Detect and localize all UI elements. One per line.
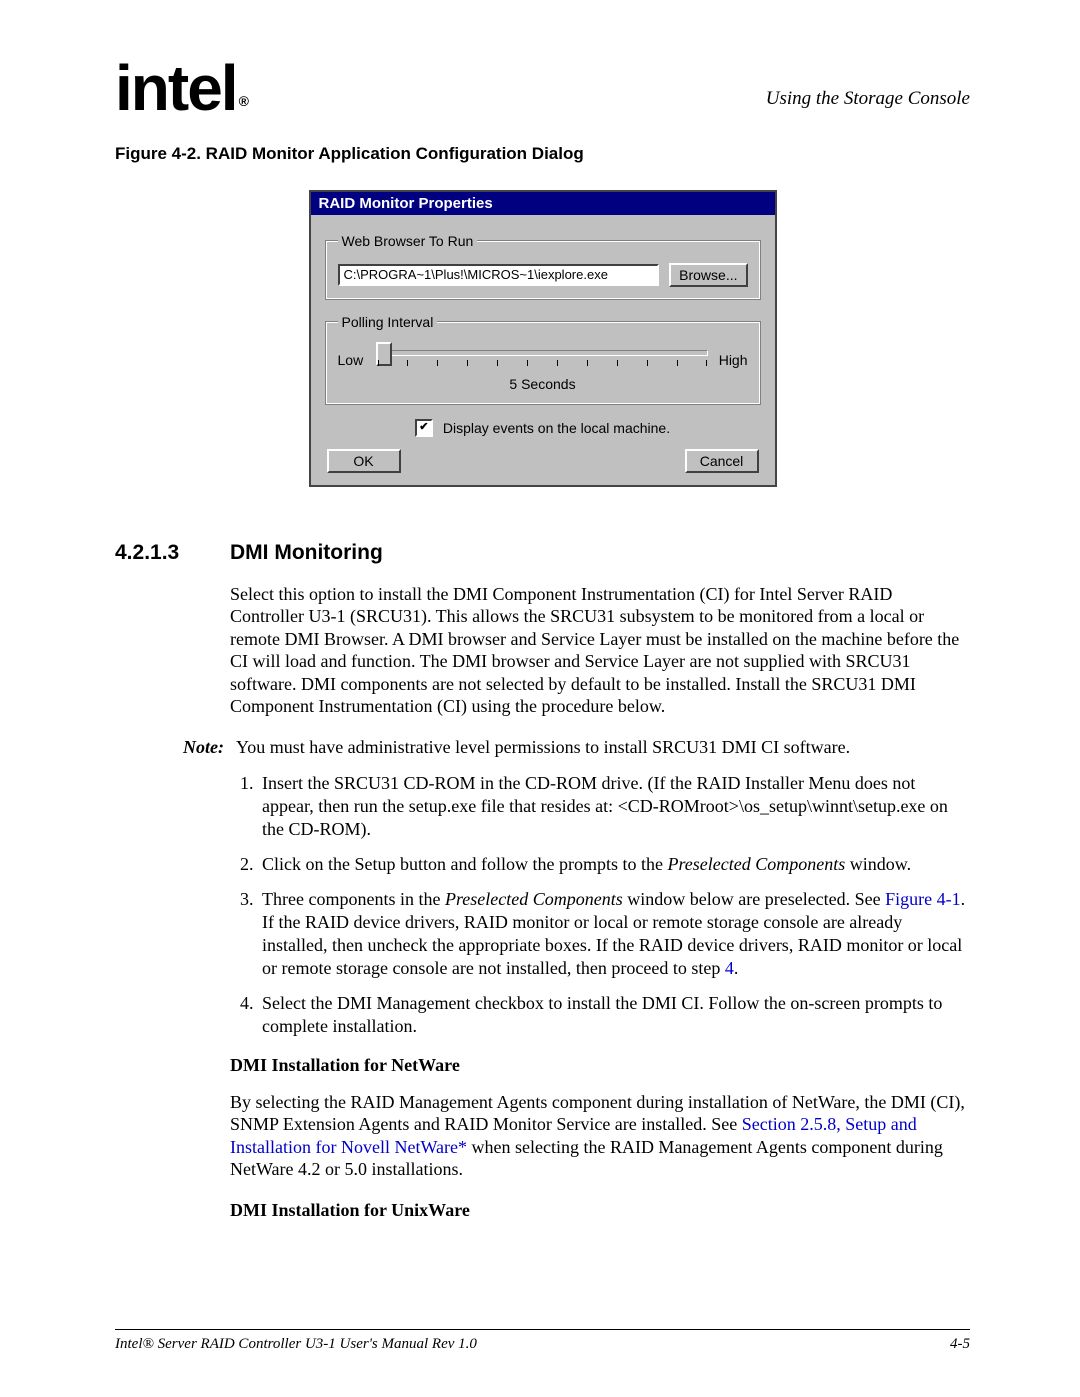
step-4: Select the DMI Management checkbox to in…	[258, 992, 970, 1038]
section-number: 4.2.1.3	[115, 541, 200, 565]
step-2: Click on the Setup button and follow the…	[258, 853, 970, 876]
dialog-titlebar: RAID Monitor Properties	[311, 192, 775, 215]
note: Note: You must have administrative level…	[178, 736, 970, 759]
note-text: You must have administrative level permi…	[236, 736, 850, 759]
page: intel® Using the Storage Console Figure …	[0, 0, 1080, 1397]
cancel-button[interactable]: Cancel	[685, 449, 759, 473]
header-section-title: Using the Storage Console	[766, 60, 970, 110]
step-4-link[interactable]: 4	[725, 958, 734, 978]
section-heading: 4.2.1.3 DMI Monitoring	[115, 541, 970, 565]
logo-text: intel	[115, 52, 237, 124]
group-polling-interval: Polling Interval Low High 5 Seconds	[325, 314, 761, 405]
netware-paragraph: By selecting the RAID Management Agents …	[230, 1091, 970, 1181]
figure-4-1-link[interactable]: Figure 4-1	[885, 889, 961, 909]
display-events-checkbox[interactable]: ✔	[415, 419, 433, 437]
slider-value-label: 5 Seconds	[338, 376, 748, 392]
subheading-netware: DMI Installation for NetWare	[230, 1054, 970, 1077]
polling-slider[interactable]	[378, 346, 708, 374]
body-column: Select this option to install the DMI Co…	[230, 583, 970, 1222]
footer-page-number: 4-5	[950, 1336, 970, 1353]
dialog-body: Web Browser To Run Browse... Polling Int…	[311, 215, 775, 485]
note-label: Note:	[178, 736, 224, 759]
registered-mark: ®	[239, 93, 247, 109]
intel-logo: intel®	[115, 60, 245, 118]
raid-monitor-dialog: RAID Monitor Properties Web Browser To R…	[309, 190, 777, 487]
footer-left: Intel® Server RAID Controller U3-1 User'…	[115, 1336, 477, 1353]
group-web-browser: Web Browser To Run Browse...	[325, 233, 761, 300]
display-events-label: Display events on the local machine.	[443, 420, 670, 436]
browse-button[interactable]: Browse...	[669, 263, 747, 287]
group-web-browser-label: Web Browser To Run	[338, 233, 478, 249]
subheading-unixware: DMI Installation for UnixWare	[230, 1199, 970, 1222]
ok-button[interactable]: OK	[327, 449, 401, 473]
page-footer: Intel® Server RAID Controller U3-1 User'…	[115, 1329, 970, 1353]
page-header: intel® Using the Storage Console	[115, 60, 970, 118]
steps-list: Insert the SRCU31 CD-ROM in the CD-ROM d…	[230, 772, 970, 1038]
figure-caption: Figure 4-2. RAID Monitor Application Con…	[115, 144, 970, 164]
slider-high-label: High	[714, 352, 748, 368]
group-polling-label: Polling Interval	[338, 314, 438, 330]
dialog-figure: RAID Monitor Properties Web Browser To R…	[309, 190, 777, 487]
browser-path-input[interactable]	[338, 264, 660, 286]
step-1: Insert the SRCU31 CD-ROM in the CD-ROM d…	[258, 772, 970, 841]
slider-low-label: Low	[338, 352, 372, 368]
step-3: Three components in the Preselected Comp…	[258, 888, 970, 980]
section-title: DMI Monitoring	[230, 541, 383, 565]
intro-paragraph: Select this option to install the DMI Co…	[230, 583, 970, 718]
